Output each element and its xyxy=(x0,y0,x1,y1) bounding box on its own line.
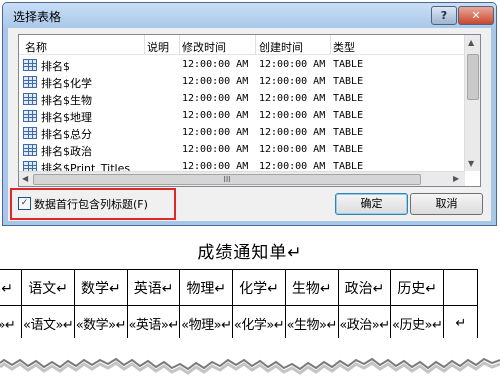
table-cell: 英语↵ xyxy=(126,269,181,306)
dialog-title: 选择表格 xyxy=(13,10,62,24)
scroll-left-icon[interactable]: ◀ xyxy=(22,174,28,183)
table-cell: «物理»↵ xyxy=(179,305,234,342)
table-cell: 物理↵ xyxy=(179,269,234,306)
table-row: 名↵ 语文↵ 数学↵ 英语↵ 物理↵ 化学↵ 生物↵ 政治↵ 历史↵ xyxy=(0,269,478,306)
dialog-titlebar[interactable]: 选择表格 ? ✕ xyxy=(3,3,496,28)
torn-paper-edge xyxy=(0,338,500,375)
column-header-created[interactable]: 创建时间 xyxy=(259,39,303,55)
table-icon xyxy=(23,93,37,105)
table-cell: «英语»↵ xyxy=(126,305,181,342)
horizontal-scroll-thumb[interactable]: III xyxy=(33,174,421,185)
header-row-checkbox-label[interactable]: 数据首行包含列标题(F) xyxy=(34,196,148,212)
table-cell: 政治↵ xyxy=(337,269,392,306)
column-header-type[interactable]: 类型 xyxy=(333,39,355,55)
vertical-scroll-thumb[interactable] xyxy=(467,54,479,100)
table-list: 名称 说明 修改时间 创建时间 类型 排名$ 12:00:00 AM 12:00… xyxy=(18,34,481,187)
column-header-name[interactable]: 名称 xyxy=(25,39,47,55)
cancel-button[interactable]: 取消 xyxy=(410,193,483,215)
table-cell: 名↵ xyxy=(0,269,23,306)
list-item[interactable]: 排名$生物 12:00:00 AM 12:00:00 AM TABLE xyxy=(19,90,464,107)
document-title: 成绩通知单↵ xyxy=(197,243,303,263)
help-icon[interactable]: ? xyxy=(431,6,457,25)
list-item[interactable]: 排名$政治 12:00:00 AM 12:00:00 AM TABLE xyxy=(19,141,464,158)
horizontal-scrollbar[interactable]: ◀ III ▶ xyxy=(19,171,465,186)
table-cell: 数学↵ xyxy=(74,269,128,306)
table-cell: «生物»↵ xyxy=(284,305,339,342)
column-header-modified[interactable]: 修改时间 xyxy=(182,39,226,55)
list-item[interactable]: 排名$地理 12:00:00 AM 12:00:00 AM TABLE xyxy=(19,107,464,124)
table-row: 名»↵ «语文»↵ «数学»↵ «英语»↵ «物理»↵ «化学»↵ «生物»↵ … xyxy=(0,305,478,342)
table-icon xyxy=(23,110,37,122)
table-cell: 语文↵ xyxy=(21,269,76,306)
scroll-down-icon[interactable]: ▼ xyxy=(468,159,474,168)
table-cell xyxy=(443,269,478,306)
table-cell: «历史»↵ xyxy=(390,305,445,342)
table-cell: ↵ xyxy=(443,305,478,342)
scroll-up-icon[interactable]: ▲ xyxy=(468,38,474,47)
scroll-right-icon[interactable]: ▶ xyxy=(453,174,459,183)
ok-button[interactable]: 确定 xyxy=(335,193,408,215)
table-cell: «数学»↵ xyxy=(74,305,128,342)
vertical-scrollbar[interactable]: ▲ ▼ xyxy=(464,35,480,171)
table-icon xyxy=(23,144,37,156)
table-cell: 历史↵ xyxy=(390,269,445,306)
column-header-description[interactable]: 说明 xyxy=(147,39,169,55)
list-item[interactable]: 排名$ 12:00:00 AM 12:00:00 AM TABLE xyxy=(19,56,464,73)
table-cell: «语文»↵ xyxy=(21,305,76,342)
highlight-box: ✓ 数据首行包含列标题(F) xyxy=(10,188,176,220)
list-header: 名称 说明 修改时间 创建时间 类型 xyxy=(19,35,464,55)
header-row-checkbox[interactable]: ✓ xyxy=(18,197,31,210)
table-cell: 生物↵ xyxy=(284,269,339,306)
table-cell: 名»↵ xyxy=(0,305,23,342)
list-item[interactable]: 排名$总分 12:00:00 AM 12:00:00 AM TABLE xyxy=(19,124,464,141)
table-icon xyxy=(23,59,37,71)
table-icon xyxy=(23,76,37,88)
list-item[interactable]: 排名$化学 12:00:00 AM 12:00:00 AM TABLE xyxy=(19,73,464,90)
dialog-body: 名称 说明 修改时间 创建时间 类型 排名$ 12:00:00 AM 12:00… xyxy=(8,28,491,221)
table-cell: 化学↵ xyxy=(232,269,286,306)
grade-table: 名↵ 语文↵ 数学↵ 英语↵ 物理↵ 化学↵ 生物↵ 政治↵ 历史↵ 名»↵ «… xyxy=(0,269,478,342)
table-cell: «化学»↵ xyxy=(232,305,286,342)
select-table-dialog: 选择表格 ? ✕ 名称 说明 修改时间 创建时间 类型 排名$ 12:00:00… xyxy=(2,2,497,226)
close-icon[interactable]: ✕ xyxy=(458,6,494,25)
table-icon xyxy=(23,127,37,139)
table-cell: «政治»↵ xyxy=(337,305,392,342)
